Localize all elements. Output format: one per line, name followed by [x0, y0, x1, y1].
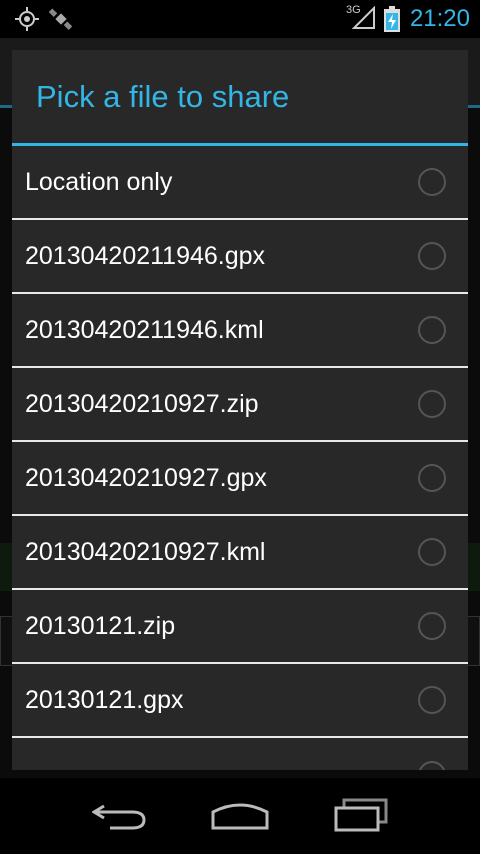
home-icon[interactable]: [210, 798, 270, 837]
radio-button[interactable]: [418, 316, 446, 344]
list-item-label: 20130121.gpx: [25, 685, 184, 714]
dialog-title: Pick a file to share: [36, 78, 290, 114]
list-item-label: 20130121.zip: [25, 611, 176, 640]
list-item-label: 20130420210927.kml: [25, 537, 266, 566]
list-item-label: 20130420211946.gpx: [25, 241, 266, 270]
file-list: Location only 20130420211946.gpx 2013042…: [12, 146, 468, 770]
radio-button[interactable]: [418, 612, 446, 640]
list-item[interactable]: 20130420210927.zip: [12, 368, 468, 442]
radio-button[interactable]: [418, 168, 446, 196]
list-item-location-only[interactable]: Location only: [12, 146, 468, 220]
recent-apps-icon[interactable]: [332, 798, 392, 837]
list-item-label: Location only: [25, 167, 173, 196]
radio-button[interactable]: [418, 761, 446, 770]
radio-button[interactable]: [418, 242, 446, 270]
share-file-dialog: Pick a file to share Location only 20130…: [12, 50, 468, 770]
navigation-bar: [0, 778, 480, 854]
list-item[interactable]: 20130420210927.gpx: [12, 442, 468, 516]
back-icon[interactable]: [91, 798, 148, 837]
gps-icon: [14, 6, 40, 37]
list-item-label: 20130420210927.gpx: [25, 463, 267, 492]
list-item[interactable]: 20130420211946.gpx: [12, 220, 468, 294]
list-item-label: 20130420210927.zip: [25, 389, 259, 418]
dialog-header: Pick a file to share: [12, 50, 468, 146]
list-item[interactable]: 20130121.gpx: [12, 664, 468, 738]
battery-charging-icon: [384, 6, 400, 37]
radio-button[interactable]: [418, 538, 446, 566]
radio-button[interactable]: [418, 390, 446, 418]
list-item[interactable]: 20130420211946.kml: [12, 294, 468, 368]
list-item[interactable]: 20130420210927.kml: [12, 516, 468, 590]
clock: 21:20: [409, 5, 470, 32]
satellite-icon: [48, 6, 74, 37]
list-item-partial[interactable]: [12, 738, 468, 770]
list-item-label: 20130420211946.kml: [25, 315, 264, 344]
signal-icon: [351, 5, 376, 35]
list-item[interactable]: 20130121.zip: [12, 590, 468, 664]
status-bar: 3G 21:20: [0, 0, 480, 38]
radio-button[interactable]: [418, 464, 446, 492]
radio-button[interactable]: [418, 686, 446, 714]
